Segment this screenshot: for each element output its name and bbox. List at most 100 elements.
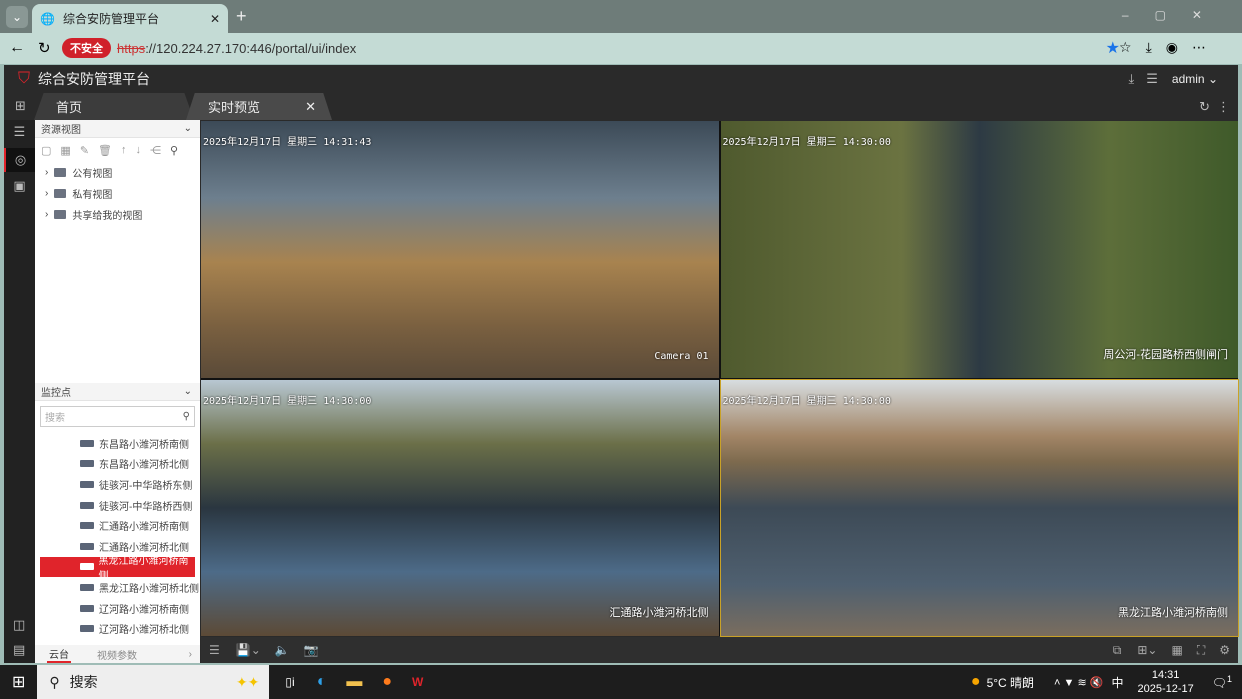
ime-indicator[interactable]: 中 (1111, 674, 1123, 691)
camera-name: 徒骇河-中华路桥东侧 (99, 480, 193, 492)
camera-icon (80, 625, 94, 633)
tab-video-params[interactable]: 视频参数 (97, 647, 137, 662)
camera-list-item[interactable]: 辽河路小潍河桥北侧 (35, 618, 200, 639)
download-icon[interactable]: ⤓ (1129, 71, 1135, 87)
share-icon[interactable]: ⋲ (150, 144, 161, 157)
edit-icon[interactable]: ✎ (80, 144, 89, 157)
menu-icon[interactable]: ☰ (1146, 71, 1158, 87)
tree-item-public-view[interactable]: › 公有视图 (35, 162, 200, 183)
edge-icon[interactable]: ◐ (317, 673, 327, 691)
clock[interactable]: 14:31 2025-12-17 (1137, 668, 1193, 696)
camera-name: 黑龙江路小潍河桥北侧 (99, 583, 199, 595)
resource-toolbar: ▢ ▦ ✎ 🗑 ↑ ↓ ⋲ ⚲ (35, 138, 200, 162)
fullscreen-icon[interactable]: ⛶ (1197, 643, 1205, 658)
shield-logo-icon: ⛉ (18, 70, 31, 87)
browser-tab[interactable]: 🌐 综合安防管理平台 ✕ (32, 4, 228, 33)
camera-list-item[interactable]: 黑龙江路小潍河桥北侧 (35, 577, 200, 598)
split-layout-icon[interactable]: ⊞⌄ (1137, 643, 1157, 657)
refresh-icon[interactable]: ↻ (1199, 99, 1210, 115)
snapshot-icon[interactable]: 📷 (304, 643, 319, 657)
window-controls[interactable]: –▢✕ (1122, 8, 1228, 22)
resource-view-header[interactable]: 资源视图 ⌄ (35, 120, 200, 138)
camera-icon (80, 501, 94, 509)
tab-home[interactable]: 首页 (34, 93, 194, 120)
video-tile-1[interactable]: 2025年12月17日 星期三 14:31:43 Camera 01 (201, 121, 719, 378)
panel-bottom-tabs: 云台 视频参数 › (35, 645, 200, 663)
url-field[interactable]: 不安全 https://120.224.27.170:446/portal/ui… (62, 37, 1122, 59)
camera-list-item[interactable]: 徒骇河-中华路桥东侧 (35, 474, 200, 495)
firefox-icon[interactable]: ● (382, 673, 392, 691)
url-path: ://120.224.27.170:446/portal/ui/index (145, 40, 357, 56)
security-badge[interactable]: 不安全 (62, 38, 111, 58)
tab-menu-button[interactable]: ⌄ (6, 6, 28, 28)
preview-icon[interactable]: ◎ (4, 148, 35, 172)
weather[interactable]: 5°C 晴朗 (987, 674, 1034, 691)
folder-icon (54, 210, 67, 219)
wps-icon[interactable]: W (412, 675, 423, 689)
left-nav: ☰ ◎ ▣ ◫ ▤ (4, 120, 35, 663)
save-icon[interactable]: 💾⌄ (236, 643, 261, 657)
camera-icon (80, 480, 94, 488)
settings-icon[interactable]: ⚙ (1219, 643, 1230, 657)
camera-name: 黑龙江路小潍河桥南侧 (98, 555, 189, 582)
move-up-icon[interactable]: ↑ (121, 144, 127, 156)
camera-search-input[interactable]: 搜索 ⚲ (40, 406, 195, 427)
camera-icon (80, 522, 94, 530)
tab-title: 综合安防管理平台 (62, 12, 159, 26)
search-icon[interactable]: ⚲ (170, 144, 178, 157)
monitor-points-header[interactable]: 监控点 ⌄ (35, 383, 200, 401)
notification-icon[interactable]: 🗨1 (1212, 674, 1232, 690)
tree-item-shared-view[interactable]: › 共享给我的视图 (35, 204, 200, 225)
video-tile-4[interactable]: 2025年12月17日 星期三 14:30:00 黑龙江路小潍河桥南侧 (719, 378, 1239, 637)
camera-list-item[interactable]: 徒骇河-中华路桥西侧 (35, 495, 200, 516)
add-folder-icon[interactable]: ▢ (41, 144, 51, 157)
folder-icon (54, 168, 67, 177)
camera-name: 汇通路小潍河桥南侧 (99, 522, 189, 534)
tab-ptz[interactable]: 云台 (47, 646, 71, 663)
file-explorer-icon[interactable]: ▬ (346, 673, 362, 691)
settings-folder-icon[interactable]: ▤ (13, 642, 25, 658)
browser-tools[interactable]: ☆⤓◉⋯ (1119, 39, 1220, 56)
back-icon[interactable]: ← (9, 39, 25, 57)
weather-sun-icon: ● (970, 673, 981, 690)
taskbar: ⊞ ⚲ 搜索 ✦✦ ▯i ◐ ▬ ● W ● 5°C 晴朗 ˄ ▼ ≋ 🔇 中 14… (0, 665, 1242, 699)
camera-list-item[interactable]: 东昌路小潍河桥北侧 (35, 454, 200, 475)
add-view-icon[interactable]: ▦ (60, 144, 70, 157)
delete-icon[interactable]: 🗑 (98, 144, 112, 157)
video-grid: 2025年12月17日 星期三 14:31:43 Camera 01 2025年1… (201, 121, 1239, 637)
tree-item-private-view[interactable]: › 私有视图 (35, 183, 200, 204)
app-header: ⛉ 综合安防管理平台 ⤓ ☰ admin ⌄ (4, 65, 1238, 93)
app-window: ⛉ 综合安防管理平台 ⤓ ☰ admin ⌄ ⊞ 首页 实时预览 ✕ ↻ ⋮ ☰ … (4, 65, 1239, 663)
reload-icon[interactable]: ↻ (38, 39, 51, 57)
camera-list-item[interactable]: 辽河路小潍河桥南侧 (35, 598, 200, 619)
resource-panel: 资源视图 ⌄ ▢ ▦ ✎ 🗑 ↑ ↓ ⋲ ⚲ › 公有视图 › 私有视图 › 共享给我的视图 监控点 ⌄… (35, 120, 200, 663)
list-icon[interactable]: ☰ (4, 124, 35, 140)
move-down-icon[interactable]: ↓ (136, 144, 142, 156)
layout-list-icon[interactable]: ☰ (209, 643, 220, 657)
mute-icon[interactable]: 🔈 (275, 643, 290, 657)
more-icon[interactable]: ⋮ (1217, 99, 1230, 115)
camera-list-item[interactable]: 东昌路小潍河桥南侧 (35, 433, 200, 454)
new-tab-button[interactable]: + (236, 6, 247, 27)
folder-icon (54, 189, 67, 198)
fit-icon[interactable]: ⧉ (1113, 643, 1122, 658)
tab-live-preview[interactable]: 实时预览 ✕ (186, 93, 332, 120)
camera-list-item[interactable]: 汇通路小潍河桥南侧 (35, 515, 200, 536)
grid-icon[interactable]: ▦ (1171, 643, 1182, 657)
tray-icons[interactable]: ˄ ▼ ≋ 🔇 (1054, 676, 1103, 689)
camera-icon (80, 460, 94, 468)
camera-name: 东昌路小潍河桥北侧 (99, 460, 189, 472)
camera-list-item[interactable]: 黑龙江路小潍河桥南侧 (40, 556, 195, 582)
app-title: 综合安防管理平台 (38, 71, 151, 87)
video-tile-3[interactable]: 2025年12月17日 星期三 14:30:00 汇通路小潍河桥北侧 (201, 379, 719, 636)
user-menu[interactable]: admin ⌄ (1172, 72, 1218, 86)
task-view-icon[interactable]: ▯i (285, 675, 294, 689)
broadcast-icon[interactable]: ◫ (13, 617, 25, 633)
taskbar-search[interactable]: ⚲ 搜索 ✦✦ (37, 665, 270, 699)
apps-grid-icon[interactable]: ⊞ (15, 98, 26, 114)
video-tile-2[interactable]: 2025年12月17日 星期三 14:30:00 周公河-花园路桥西侧闸门 (720, 121, 1238, 378)
camera-list: 东昌路小潍河桥南侧东昌路小潍河桥北侧 徒骇河-中华路桥东侧徒骇河-中华路桥西侧汇通… (35, 433, 200, 639)
folder-camera-icon[interactable]: ▣ (4, 178, 35, 194)
start-icon[interactable]: ⊞ (12, 672, 25, 692)
close-tab-icon[interactable]: ✕ (210, 12, 220, 26)
